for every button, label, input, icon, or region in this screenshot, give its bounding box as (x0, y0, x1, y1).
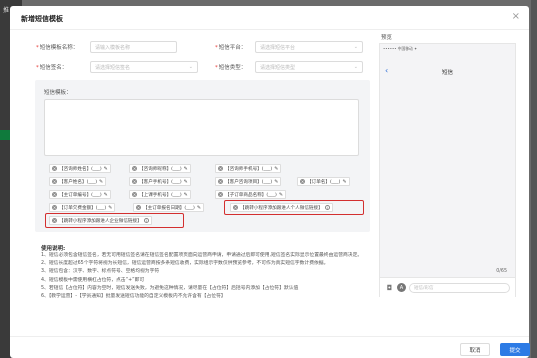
placeholder-tag[interactable]: × 【上课手机号】(___) ✎ (129, 190, 191, 199)
submit-button[interactable]: 提交 (500, 343, 530, 356)
usage-line: 1、短信必须包含短信签名，若无可用短信签名请在短信签名配置项页面向运营商申请，申… (41, 253, 363, 258)
phone-preview: •••••• 中国移动 ✦ ‹ 短信 0/65 ◘ A 短信/彩信 (379, 43, 516, 297)
phone-message-input: 短信/彩信 (409, 282, 510, 293)
template-name-row: *短信模板名称： 请输入模板名称 (36, 41, 177, 53)
template-name-label: *短信模板名称： (36, 45, 79, 51)
remove-icon[interactable]: × (132, 192, 137, 197)
usage-line: 3、短信包含：汉字、数字、标点符号、空格均视为字符 (41, 269, 160, 275)
template-content-panel: 短信模板： × 【咨询师姓名】(___) ✎ × 【咨询师昵称】(___) ✎ × 【咨询… (35, 80, 370, 232)
signature-row: *短信签名： 请选择短信签名 ⌄ (36, 61, 198, 73)
edit-icon[interactable]: ✎ (184, 166, 188, 172)
remove-icon[interactable]: × (218, 192, 223, 197)
type-label: *短信类型： (215, 65, 247, 71)
edit-icon[interactable]: ✎ (274, 179, 278, 185)
edit-icon[interactable]: ✎ (184, 179, 188, 185)
char-counter: 0/65 (496, 269, 507, 274)
highlight-box (224, 200, 364, 215)
edit-icon[interactable]: ✎ (279, 192, 283, 198)
platform-select[interactable]: 请选择短信平台 ⌄ (255, 41, 363, 53)
signature-select[interactable]: 请选择短信签名 ⌄ (90, 61, 198, 73)
chevron-down-icon: ⌄ (353, 44, 358, 50)
placeholder-tag[interactable]: × 【咨询师姓名】(___) ✎ (49, 164, 111, 173)
placeholder-tag[interactable]: × 【客户咨询项目】(___) ✎ (215, 177, 282, 186)
chevron-down-icon: ⌄ (353, 64, 358, 70)
remove-icon[interactable]: × (218, 179, 223, 184)
placeholder-tag[interactable]: × 【子订单商品名称】(___) ✎ (215, 190, 287, 199)
remove-icon[interactable]: × (218, 166, 223, 171)
edit-icon[interactable]: ✎ (197, 205, 201, 211)
usage-title: 使用说明: (41, 246, 66, 252)
placeholder-tag[interactable]: × 【订单欠费金额】(___) ✎ (49, 203, 116, 212)
chevron-down-icon: ⌄ (188, 64, 193, 70)
cancel-button[interactable]: 取消 (460, 343, 490, 356)
background-right (531, 0, 537, 358)
placeholder-tag[interactable]: × 【咨询师昵称】(___) ✎ (129, 164, 191, 173)
phone-title: 短信 (441, 70, 453, 76)
usage-line: 5、若短信【占位符】内容为空时，短信发送失败，为避免这种情况，请尽量在【占位符】… (41, 285, 299, 291)
camera-icon: ◘ (386, 283, 393, 292)
template-content-textarea[interactable] (44, 99, 359, 156)
phone-input-bar: ◘ A 短信/彩信 (380, 277, 515, 297)
signature-label: *短信签名： (36, 65, 68, 71)
edit-icon[interactable]: ✎ (104, 192, 108, 198)
type-row: *短信类型： 请选择短信类型 ⌄ (215, 61, 363, 73)
close-icon[interactable]: × (512, 12, 520, 22)
remove-icon[interactable]: × (132, 166, 137, 171)
app-store-icon: A (397, 283, 406, 292)
edit-icon[interactable]: ✎ (184, 192, 188, 198)
edit-icon[interactable]: ✎ (99, 179, 103, 185)
remove-icon[interactable]: × (52, 205, 57, 210)
placeholder-tag[interactable]: × 【主订单编号】(___) ✎ (49, 190, 111, 199)
usage-notes: 1、短信必须包含短信签名，若无可用短信签名请在短信签名配置项页面向运营商申请，申… (41, 252, 371, 301)
placeholder-tag[interactable]: × 【客户手机号】(___) ✎ (129, 177, 191, 186)
highlight-box (45, 213, 184, 228)
sms-template-dialog: 新增短信模板 × *短信模板名称： 请输入模板名称 *短信平台： 请选择短信平台… (10, 6, 530, 358)
template-content-label: 短信模板： (44, 90, 72, 96)
remove-icon[interactable]: × (52, 166, 57, 171)
placeholder-tag[interactable]: × 【咨询师手机号】(___) ✎ (215, 164, 282, 173)
usage-line: 2、短信长度超过65个字符将视为长短信，短信运营商按多条短信收费，实际组示字数仅… (41, 261, 329, 267)
background-text: 推 (3, 7, 10, 14)
remove-icon[interactable]: × (300, 179, 305, 184)
placeholder-tag[interactable]: × 【主订单报名日期】(___) ✎ (133, 203, 205, 212)
platform-row: *短信平台： 请选择短信平台 ⌄ (215, 41, 363, 53)
dialog-title: 新增短信模板 (21, 15, 63, 23)
edit-icon[interactable]: ✎ (342, 179, 346, 185)
type-select[interactable]: 请选择短信类型 ⌄ (255, 61, 363, 73)
title-divider (10, 29, 529, 30)
edit-icon[interactable]: ✎ (104, 166, 108, 172)
remove-icon[interactable]: × (136, 205, 141, 210)
usage-line: 6、【教学运营】-【学员通知】批量发送短信功能的自定义模板内不允许含有【占位符】 (41, 294, 226, 300)
usage-line: 4、短信模板中需使用横杠占位符，点击“+”即可 (41, 277, 145, 283)
remove-icon[interactable]: × (52, 179, 57, 184)
platform-label: *短信平台： (215, 45, 247, 51)
placeholder-tag[interactable]: × 【订单名】(___) ✎ (297, 177, 350, 186)
template-name-input[interactable]: 请输入模板名称 (90, 41, 177, 53)
remove-icon[interactable]: × (52, 192, 57, 197)
edit-icon[interactable]: ✎ (274, 166, 278, 172)
placeholder-tag[interactable]: × 【客户姓名】(___) ✎ (49, 177, 107, 186)
edit-icon[interactable]: ✎ (108, 205, 112, 211)
remove-icon[interactable]: × (132, 179, 137, 184)
preview-label: 预览 (381, 35, 393, 41)
phone-status-bar: •••••• 中国移动 ✦ (383, 46, 418, 51)
footer-divider (10, 336, 529, 337)
